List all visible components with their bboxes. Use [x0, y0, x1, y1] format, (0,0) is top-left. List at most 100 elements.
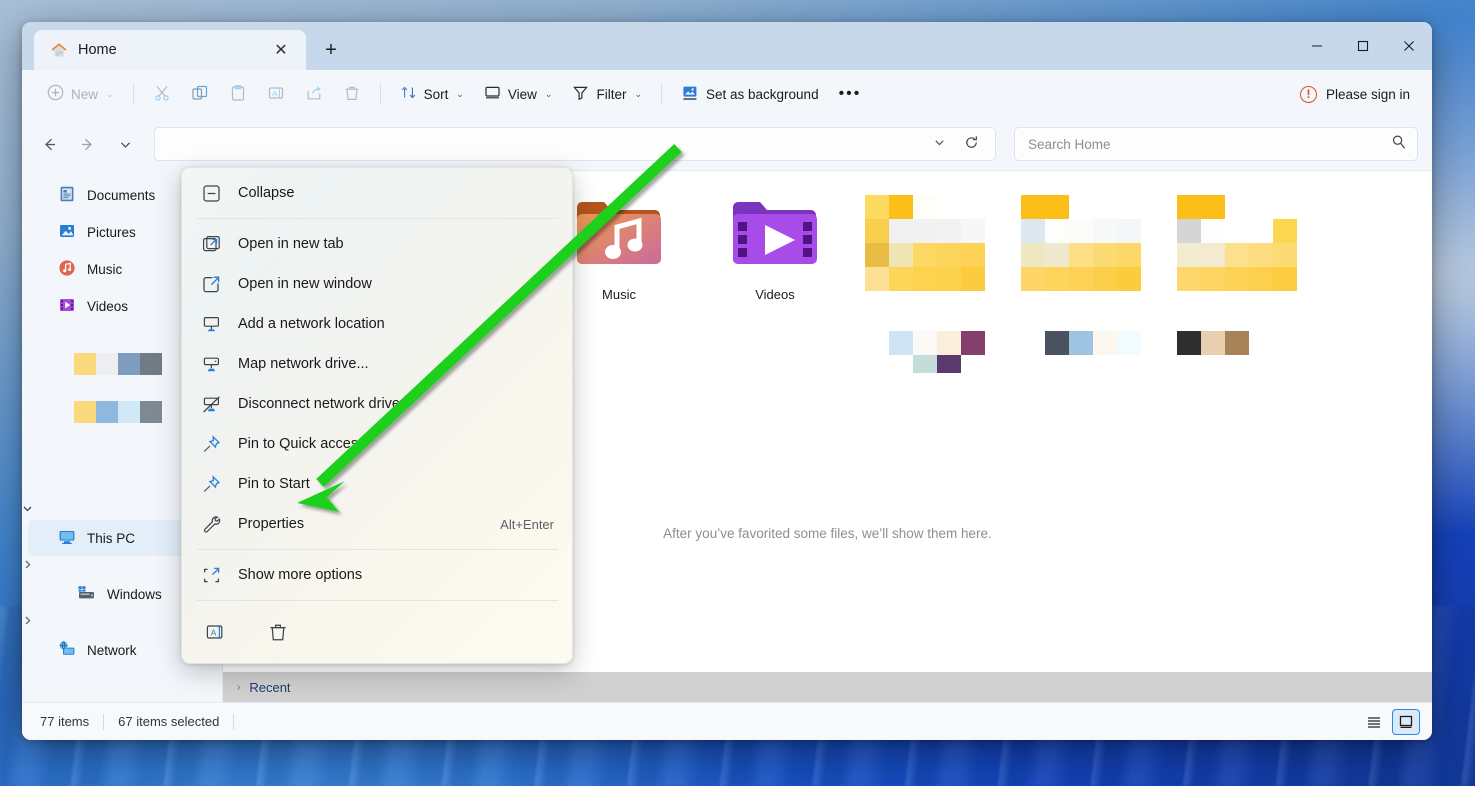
- recent-locations-button[interactable]: [108, 127, 142, 161]
- back-button[interactable]: [32, 127, 66, 161]
- menu-item-properties[interactable]: Properties Alt+Enter: [182, 504, 572, 544]
- item-count-label: 77 items: [40, 714, 103, 729]
- windows-drive-icon: [76, 584, 96, 605]
- menu-item-label: Show more options: [238, 567, 554, 583]
- menu-item-label: Open in new window: [238, 276, 554, 292]
- large-icons-view-button[interactable]: [1392, 709, 1420, 735]
- details-view-button[interactable]: [1360, 709, 1388, 735]
- close-tab-button[interactable]: ✕: [266, 36, 296, 64]
- folder-tile-redacted[interactable]: [865, 187, 997, 373]
- rename-button[interactable]: A: [196, 614, 236, 650]
- redacted-block: [74, 353, 96, 375]
- sidebar-item-label: Music: [87, 262, 122, 277]
- chevron-down-icon: ⌄: [106, 89, 114, 100]
- open-new-tab-icon: [200, 233, 222, 255]
- redacted-block: [96, 401, 118, 423]
- svg-text:A: A: [272, 89, 277, 98]
- context-menu-icon-row: A: [182, 606, 572, 658]
- menu-item-map-network-drive[interactable]: Map network drive...: [182, 344, 572, 384]
- copy-icon: [191, 84, 209, 105]
- pin-icon: [200, 433, 222, 455]
- window-titlebar: Home ✕ +: [22, 22, 1432, 70]
- sign-in-label: Please sign in: [1326, 87, 1410, 102]
- delete-button[interactable]: [258, 614, 298, 650]
- delete-button[interactable]: [334, 78, 370, 110]
- chevron-down-icon[interactable]: [22, 501, 33, 518]
- menu-item-label: Pin to Quick access: [238, 436, 554, 452]
- menu-item-disconnect-network-drive[interactable]: Disconnect network drive: [182, 384, 572, 424]
- folder-tile-redacted[interactable]: [1177, 187, 1309, 373]
- menu-item-collapse[interactable]: Collapse: [182, 173, 572, 213]
- address-bar[interactable]: [154, 127, 996, 161]
- chevron-right-icon[interactable]: [22, 613, 33, 630]
- new-button-label: New: [71, 87, 98, 102]
- menu-item-pin-to-start[interactable]: Pin to Start: [182, 464, 572, 504]
- menu-item-add-network-location[interactable]: Add a network location: [182, 304, 572, 344]
- view-button[interactable]: View ⌄: [475, 78, 562, 110]
- sidebar-item-label: Network: [87, 643, 137, 658]
- filter-button[interactable]: Filter ⌄: [563, 78, 651, 110]
- rename-button[interactable]: A: [258, 78, 294, 110]
- folder-tile-redacted[interactable]: [1021, 187, 1153, 373]
- view-button-label: View: [508, 87, 537, 102]
- menu-item-pin-to-quick-access[interactable]: Pin to Quick access: [182, 424, 572, 464]
- folder-label: Music: [602, 287, 636, 302]
- sidebar-item-label: Documents: [87, 188, 155, 203]
- pictures-icon: [58, 222, 76, 243]
- chevron-right-icon[interactable]: [22, 557, 33, 574]
- menu-item-show-more-options[interactable]: Show more options: [182, 555, 572, 595]
- menu-item-open-in-new-window[interactable]: Open in new window: [182, 264, 572, 304]
- address-bar-row: [22, 118, 1432, 170]
- menu-item-label: Add a network location: [238, 316, 554, 332]
- chevron-down-icon: ⌄: [545, 89, 553, 100]
- cut-button[interactable]: [144, 78, 180, 110]
- address-dropdown-button[interactable]: [923, 136, 956, 152]
- redacted-block: [74, 401, 96, 423]
- svg-text:A: A: [211, 628, 217, 638]
- divider: [103, 714, 104, 730]
- divider: [380, 83, 381, 105]
- recent-section-label: Recent: [249, 680, 290, 695]
- sort-button-label: Sort: [424, 87, 449, 102]
- trash-icon: [343, 84, 361, 105]
- close-window-button[interactable]: [1386, 22, 1432, 70]
- minimize-button[interactable]: [1294, 22, 1340, 70]
- sidebar-item-label: Videos: [87, 299, 128, 314]
- command-bar: New ⌄ A: [22, 70, 1432, 118]
- menu-item-label: Pin to Start: [238, 476, 554, 492]
- sidebar-item-label: Pictures: [87, 225, 136, 240]
- chevron-down-icon: ⌄: [456, 89, 464, 100]
- new-tab-button[interactable]: +: [316, 36, 346, 64]
- maximize-button[interactable]: [1340, 22, 1386, 70]
- search-box[interactable]: [1014, 127, 1418, 161]
- set-as-background-label: Set as background: [706, 87, 819, 102]
- forward-button[interactable]: [70, 127, 104, 161]
- set-background-icon: [681, 84, 699, 105]
- sign-in-button[interactable]: ! Please sign in: [1300, 86, 1416, 103]
- share-button[interactable]: [296, 78, 332, 110]
- folder-tile-videos[interactable]: Videos: [709, 187, 841, 373]
- redacted-block: [118, 401, 140, 423]
- new-button[interactable]: New ⌄: [38, 78, 123, 110]
- add-network-location-icon: [200, 313, 222, 335]
- chevron-down-icon: ⌄: [634, 89, 642, 100]
- menu-item-label: Collapse: [238, 185, 554, 201]
- tab-home[interactable]: Home ✕: [34, 30, 306, 70]
- refresh-button[interactable]: [956, 135, 987, 153]
- collapse-icon: [200, 182, 222, 204]
- view-toggle-group: [1360, 709, 1420, 735]
- more-options-button[interactable]: •••: [830, 78, 871, 110]
- sort-button[interactable]: Sort ⌄: [391, 78, 473, 110]
- paste-button[interactable]: [220, 78, 256, 110]
- recent-section-header[interactable]: › Recent: [223, 672, 1432, 702]
- open-new-window-icon: [200, 273, 222, 295]
- menu-item-label: Properties: [238, 516, 484, 532]
- copy-button[interactable]: [182, 78, 218, 110]
- network-icon: [58, 640, 76, 661]
- search-input[interactable]: [1028, 137, 1391, 152]
- menu-item-label: Map network drive...: [238, 356, 554, 372]
- menu-item-open-in-new-tab[interactable]: Open in new tab: [182, 224, 572, 264]
- videos-icon: [58, 296, 76, 317]
- menu-separator: [196, 218, 558, 219]
- set-as-background-button[interactable]: Set as background: [672, 78, 828, 110]
